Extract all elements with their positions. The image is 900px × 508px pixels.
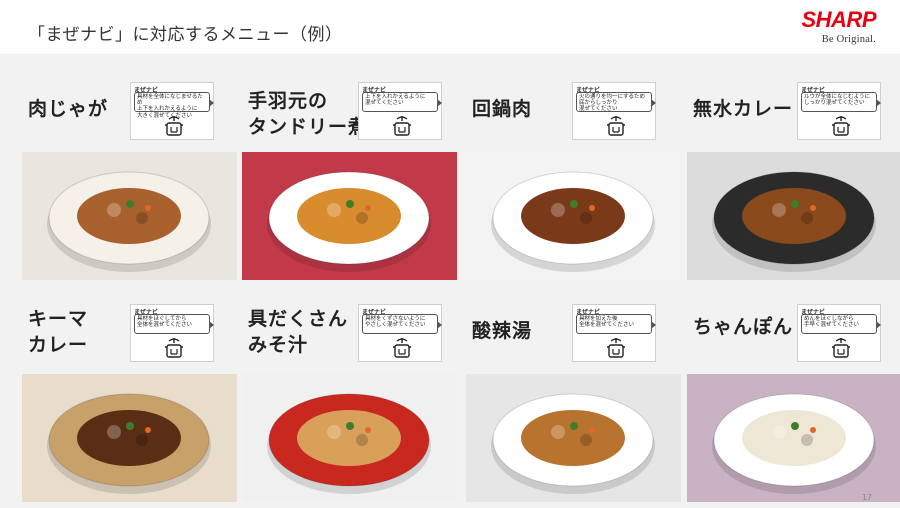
mazenavi-bubble: まぜナビ 上下を入れかえるように 混ぜてください — [358, 82, 442, 140]
dish-name: キーマ カレー — [28, 308, 89, 356]
sharp-logo: SHARP Be Original. — [801, 7, 876, 46]
stirring-pot-icon — [607, 116, 625, 136]
mazenavi-message: 火の通りを均一にするため 底からしっかり 混ぜてください — [579, 94, 646, 113]
mazenavi-message-box: 火の通りを均一にするため 底からしっかり 混ぜてください — [576, 92, 656, 113]
menu-grid: 肉じゃが まぜナビ 具材を全体になじませるため 上下を入れかえるように 大きく混ぜて… — [0, 54, 900, 508]
mazenavi-message-box: 具材を加えた後 全体を混ぜてください — [576, 314, 656, 334]
dish-name: 回鍋肉 — [472, 98, 533, 120]
dish-photo-illustration — [491, 171, 655, 272]
mazenavi-bubble: まぜナビ 具材を全体になじませるため 上下を入れかえるように 大きく混ぜてください — [130, 82, 214, 140]
slide-title: 「まぜナビ」に対応するメニュー（例） — [28, 25, 343, 45]
mazenavi-message: 具材をほぐしてから 全体を混ぜてください — [137, 316, 193, 329]
dish-photo — [687, 152, 900, 280]
stirring-pot-icon — [832, 116, 850, 136]
dish-photo — [466, 152, 681, 280]
menu-card: 手羽元の タンドリー煮 まぜナビ 上下を入れかえるように 混ぜてください — [242, 64, 457, 280]
stirring-pot-icon — [832, 338, 850, 358]
logo-tagline: Be Original. — [821, 34, 876, 45]
mazenavi-bubble: まぜナビ めんをほぐしながら 手早く混ぜてください — [797, 304, 881, 362]
menu-card: 肉じゃが まぜナビ 具材を全体になじませるため 上下を入れかえるように 大きく混ぜて… — [22, 64, 237, 280]
stirring-pot-icon — [393, 116, 411, 136]
mazenavi-message: 具材を加えた後 全体を混ぜてください — [579, 316, 635, 329]
mazenavi-message-box: 具材をほぐしてから 全体を混ぜてください — [134, 314, 214, 334]
mazenavi-message: 具材をくずさないように やさしく混ぜてください — [365, 316, 426, 329]
page-number: 17 — [861, 493, 872, 502]
dish-photo-illustration — [491, 393, 655, 494]
dish-photo-illustration — [712, 393, 876, 494]
dish-photo-illustration — [47, 171, 211, 272]
mazenavi-message: ルウが全体になじむように しっかり混ぜてください — [804, 94, 871, 107]
mazenavi-message: めんをほぐしながら 手早く混ぜてください — [804, 316, 860, 329]
dish-photo — [22, 374, 237, 502]
mazenavi-message-box: ルウが全体になじむように しっかり混ぜてください — [801, 92, 881, 112]
menu-card: 無水カレー まぜナビ ルウが全体になじむように しっかり混ぜてください — [687, 64, 900, 280]
dish-photo — [687, 374, 900, 502]
mazenavi-message-box: めんをほぐしながら 手早く混ぜてください — [801, 314, 881, 334]
mazenavi-bubble: まぜナビ 具材をくずさないように やさしく混ぜてください — [358, 304, 442, 362]
logo-wordmark: SHARP — [801, 7, 876, 32]
dish-name: 無水カレー — [693, 98, 794, 120]
dish-name: 肉じゃが — [28, 98, 109, 120]
mazenavi-message-box: 上下を入れかえるように 混ぜてください — [362, 92, 442, 112]
dish-photo — [22, 152, 237, 280]
stirring-pot-icon — [607, 338, 625, 358]
slide-header: 「まぜナビ」に対応するメニュー（例） SHARP Be Original. — [0, 0, 900, 54]
mazenavi-message-box: 具材をくずさないように やさしく混ぜてください — [362, 314, 442, 334]
dish-name: ちゃんぽん — [693, 316, 794, 338]
dish-photo — [242, 374, 457, 502]
stirring-pot-icon — [393, 338, 411, 358]
dish-photo-illustration — [712, 171, 876, 272]
dish-name: 具だくさん みそ汁 — [248, 308, 349, 356]
mazenavi-bubble: まぜナビ ルウが全体になじむように しっかり混ぜてください — [797, 82, 881, 140]
mazenavi-bubble: まぜナビ 火の通りを均一にするため 底からしっかり 混ぜてください — [572, 82, 656, 140]
dish-photo-illustration — [267, 393, 431, 494]
menu-card: ちゃんぽん まぜナビ めんをほぐしながら 手早く混ぜてください — [687, 286, 900, 502]
dish-photo-illustration — [47, 393, 211, 494]
mazenavi-message: 上下を入れかえるように 混ぜてください — [365, 94, 426, 107]
menu-card: 具だくさん みそ汁 まぜナビ 具材をくずさないように やさしく混ぜてください — [242, 286, 457, 502]
menu-card: 酸辣湯 まぜナビ 具材を加えた後 全体を混ぜてください — [466, 286, 681, 502]
stirring-pot-icon — [165, 116, 183, 136]
stirring-pot-icon — [165, 338, 183, 358]
dish-photo — [466, 374, 681, 502]
dish-photo — [242, 152, 457, 280]
mazenavi-bubble: まぜナビ 具材をほぐしてから 全体を混ぜてください — [130, 304, 214, 362]
mazenavi-bubble: まぜナビ 具材を加えた後 全体を混ぜてください — [572, 304, 656, 362]
dish-photo-illustration — [267, 171, 431, 272]
menu-card: 回鍋肉 まぜナビ 火の通りを均一にするため 底からしっかり 混ぜてください — [466, 64, 681, 280]
mazenavi-message-box: 具材を全体になじませるため 上下を入れかえるように 大きく混ぜてください — [134, 92, 214, 119]
dish-name: 酸辣湯 — [472, 320, 533, 342]
menu-card: キーマ カレー まぜナビ 具材をほぐしてから 全体を混ぜてください — [22, 286, 237, 502]
dish-name: 手羽元の タンドリー煮 — [248, 90, 369, 138]
